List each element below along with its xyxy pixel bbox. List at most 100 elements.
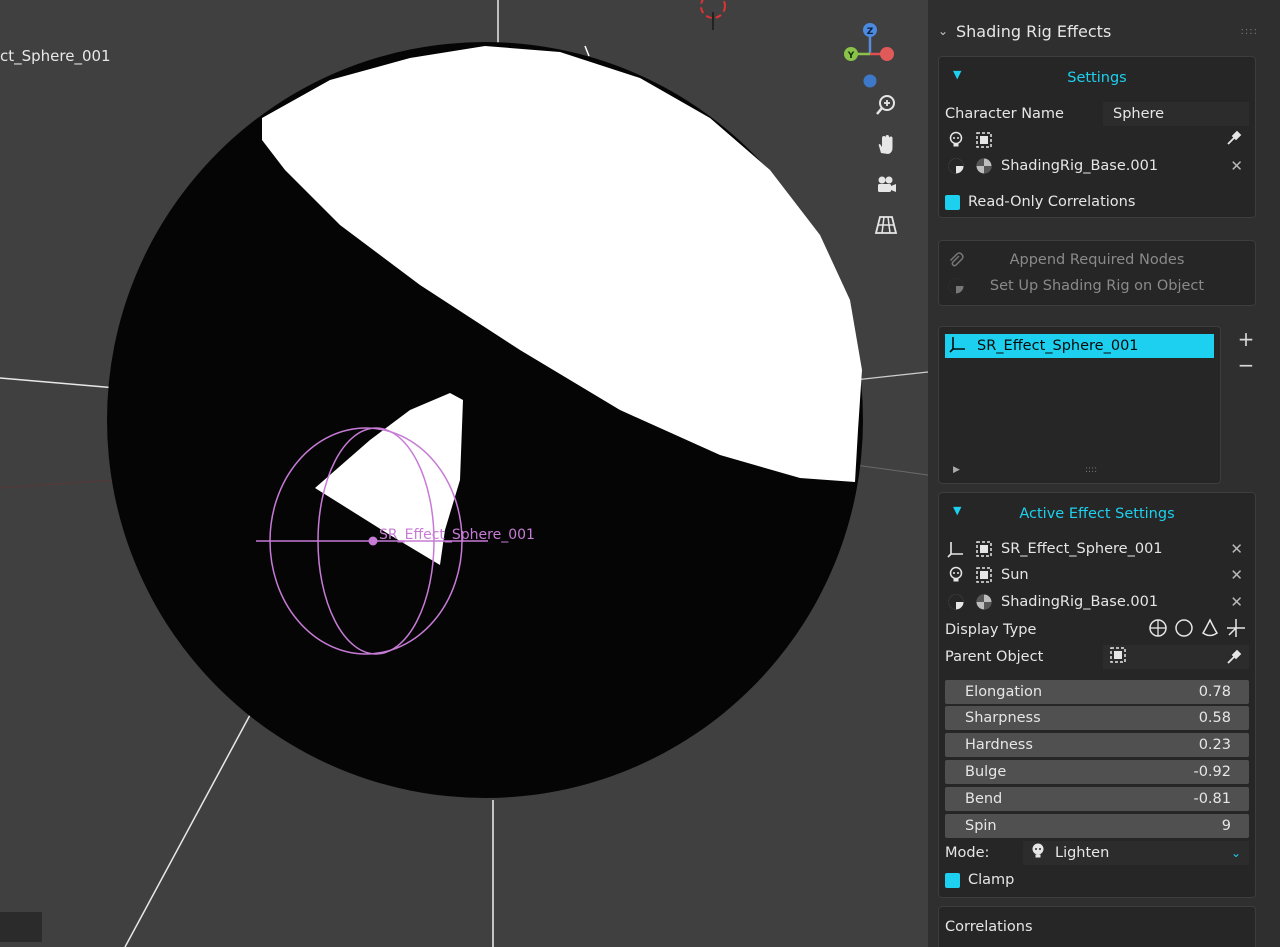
display-axes-icon[interactable]: [1225, 617, 1247, 643]
shading-rig-sidebar: ⌄ Shading Rig Effects :::: ▼ Settings Ch…: [928, 0, 1280, 947]
bend-label: Bend: [965, 791, 1003, 807]
zoom-icon[interactable]: [871, 90, 901, 120]
viewport-scene: [0, 0, 928, 947]
sharpness-value: 0.58: [1198, 710, 1231, 726]
expand-triangle-icon[interactable]: ▼: [953, 504, 961, 517]
object-select-icon: [1109, 646, 1127, 668]
material-ball-icon: [973, 155, 995, 177]
character-name-field[interactable]: Sphere: [1103, 102, 1249, 126]
settings-title: Settings: [1067, 70, 1127, 86]
elongation-slider[interactable]: Elongation 0.78: [945, 680, 1249, 704]
spin-label: Spin: [965, 818, 997, 834]
hand-icon[interactable]: [871, 130, 901, 160]
mode-row: Mode: Lighten ⌄: [945, 841, 1249, 865]
parent-object-row: Parent Object: [945, 645, 1249, 669]
empty-axis-icon: [945, 538, 967, 560]
gizmo-y-label: Y: [847, 51, 855, 61]
active-header[interactable]: ▼ Active Effect Settings: [939, 503, 1255, 525]
display-cone-icon[interactable]: [1199, 617, 1221, 643]
list-resize-handle-icon[interactable]: ::::: [1085, 465, 1097, 475]
correlations-panel[interactable]: Correlations: [938, 906, 1256, 947]
object-select-icon[interactable]: [973, 564, 995, 586]
mode-value: Lighten: [1055, 845, 1110, 861]
light-picker-row: [945, 128, 1249, 152]
base-object-name[interactable]: ShadingRig_Base.001: [1001, 158, 1158, 174]
empty-axis-icon: [949, 335, 971, 357]
orientation-gizmo[interactable]: Z Y: [840, 20, 900, 95]
setup-rig-button[interactable]: Set Up Shading Rig on Object: [945, 274, 1249, 298]
clamp-checkbox[interactable]: [945, 872, 960, 888]
remove-effect-button[interactable]: −: [1232, 353, 1260, 377]
parent-object-field[interactable]: [1103, 645, 1249, 669]
list-expand-icon[interactable]: ▶: [953, 465, 960, 475]
active-base-row: ShadingRig_Base.001 ✕: [945, 590, 1249, 614]
effect-list[interactable]: SR_Effect_Sphere_001 ▶ ::::: [938, 326, 1221, 484]
display-type-row: Display Type: [945, 618, 1249, 642]
active-effect-name[interactable]: SR_Effect_Sphere_001: [1001, 541, 1163, 557]
eyedropper-icon[interactable]: [1225, 648, 1243, 670]
append-nodes-button[interactable]: Append Required Nodes: [945, 248, 1249, 272]
material-ball-icon: [973, 591, 995, 613]
lightbulb-icon: [945, 129, 967, 151]
active-settings-title: Active Effect Settings: [1019, 506, 1175, 522]
bulge-slider[interactable]: Bulge -0.92: [945, 760, 1249, 784]
bend-slider[interactable]: Bend -0.81: [945, 787, 1249, 811]
sidebar-header[interactable]: ⌄ Shading Rig Effects ::::: [938, 19, 1268, 43]
shading-ball-icon: [945, 275, 967, 297]
read-only-row[interactable]: Read-Only Correlations: [945, 190, 1249, 214]
base-object-row: ShadingRig_Base.001 ✕: [945, 154, 1249, 178]
hardness-value: 0.23: [1198, 737, 1231, 753]
clear-effect-icon[interactable]: ✕: [1230, 540, 1243, 558]
expand-triangle-icon[interactable]: ▼: [953, 68, 961, 81]
paperclip-icon: [945, 249, 967, 271]
clear-base-icon[interactable]: ✕: [1230, 157, 1243, 175]
add-effect-button[interactable]: +: [1232, 327, 1260, 351]
sharpness-label: Sharpness: [965, 710, 1041, 726]
3d-viewport[interactable]: ct_Sphere_001 SR_Effect_Sphere_001 Z Y: [0, 0, 928, 947]
settings-header[interactable]: ▼ Settings: [939, 67, 1255, 89]
display-circle-cross-icon[interactable]: [1147, 617, 1169, 643]
correlations-row[interactable]: Correlations: [945, 915, 1249, 939]
active-effect-row: SR_Effect_Sphere_001 ✕: [945, 537, 1249, 561]
correlations-label: Correlations: [945, 919, 1033, 935]
lightbulb-icon: [945, 564, 967, 586]
light-name[interactable]: Sun: [1001, 567, 1029, 583]
drag-handle-icon[interactable]: ::::: [1241, 26, 1258, 37]
append-nodes-label: Append Required Nodes: [1009, 252, 1185, 268]
shading-ball-icon: [945, 155, 967, 177]
effect-list-item-label: SR_Effect_Sphere_001: [977, 338, 1139, 354]
read-only-checkbox[interactable]: [945, 194, 960, 210]
hardness-slider[interactable]: Hardness 0.23: [945, 733, 1249, 757]
eyedropper-icon[interactable]: [1225, 129, 1243, 151]
read-only-label: Read-Only Correlations: [968, 194, 1136, 210]
clamp-row[interactable]: Clamp: [945, 868, 1249, 892]
clear-light-icon[interactable]: ✕: [1230, 566, 1243, 584]
object-select-icon[interactable]: [973, 129, 995, 151]
sharpness-slider[interactable]: Sharpness 0.58: [945, 706, 1249, 730]
spin-slider[interactable]: Spin 9: [945, 814, 1249, 838]
sidebar-title: Shading Rig Effects: [956, 21, 1112, 41]
bulge-label: Bulge: [965, 764, 1007, 780]
elongation-value: 0.78: [1198, 684, 1231, 700]
light-row: Sun ✕: [945, 563, 1249, 587]
camera-icon[interactable]: [871, 170, 901, 200]
parent-object-label: Parent Object: [945, 649, 1044, 665]
actions-panel: Append Required Nodes Set Up Shading Rig…: [938, 240, 1256, 306]
lightbulb-icon: [1029, 842, 1047, 864]
chevron-down-icon: ⌄: [1230, 846, 1241, 860]
display-circle-icon[interactable]: [1173, 617, 1195, 643]
object-select-icon[interactable]: [973, 538, 995, 560]
effect-name-label: SR_Effect_Sphere_001: [379, 527, 535, 543]
clear-active-base-icon[interactable]: ✕: [1230, 593, 1243, 611]
shading-ball-icon: [945, 591, 967, 613]
object-name-label: ct_Sphere_001: [0, 47, 111, 65]
gizmo-z-label: Z: [867, 27, 874, 37]
effect-list-item[interactable]: SR_Effect_Sphere_001: [945, 334, 1214, 358]
clamp-label: Clamp: [968, 872, 1015, 888]
mode-dropdown[interactable]: Lighten ⌄: [1023, 841, 1249, 865]
active-base-name[interactable]: ShadingRig_Base.001: [1001, 594, 1158, 610]
grid-icon[interactable]: [871, 210, 901, 240]
bend-value: -0.81: [1193, 791, 1231, 807]
collapse-chevron-icon[interactable]: ⌄: [938, 24, 952, 38]
settings-panel: ▼ Settings Character Name Sphere Shading…: [938, 56, 1256, 218]
